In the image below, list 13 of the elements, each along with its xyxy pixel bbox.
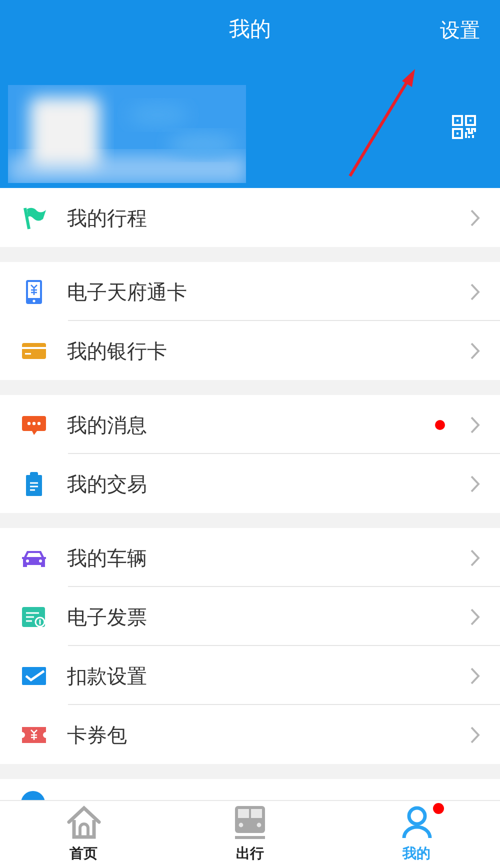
chevron-icon	[470, 208, 480, 226]
qr-code-icon	[452, 115, 476, 139]
home-icon	[65, 804, 102, 840]
chevron-icon	[470, 282, 480, 300]
chevron-icon	[470, 666, 480, 684]
chevron-icon	[470, 474, 480, 492]
chevron-icon	[470, 548, 480, 566]
train-icon	[232, 804, 268, 840]
chevron-icon	[470, 726, 480, 744]
chevron-icon	[470, 416, 480, 434]
chevron-icon	[470, 342, 480, 360]
page-title: 我的	[229, 16, 271, 44]
chevron-icon	[470, 608, 480, 626]
